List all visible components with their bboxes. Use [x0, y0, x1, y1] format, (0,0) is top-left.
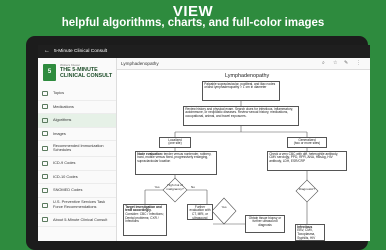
sidebar-item-icd9[interactable]: ICD-9 Codes — [38, 157, 116, 171]
code-icon — [42, 160, 48, 166]
shield-icon — [42, 202, 48, 208]
promo-subheadline: helpful algorithms, charts, and full-col… — [61, 17, 325, 29]
app-bar: ← 5-Minute Clinical Consult — [38, 45, 370, 58]
app-title: 5-Minute Clinical Consult — [54, 49, 108, 54]
note-icon[interactable]: ✎ — [344, 60, 348, 66]
back-arrow-icon[interactable]: ← — [44, 45, 50, 58]
sidebar-item-topics[interactable]: Topics — [38, 87, 116, 101]
book-icon: 5 — [43, 64, 56, 81]
generalized-sub: (two or more sites) — [293, 141, 321, 146]
sidebar-item-algorithms[interactable]: Algorithms — [38, 114, 116, 128]
bookmark-icon[interactable]: ☆ — [333, 60, 337, 66]
target-investigation-text: Consider: CBC / Infections; Dental probl… — [125, 212, 164, 224]
flow-node-infectious: Infectious EBV, CMV, Toxoplasma, Syphili… — [295, 224, 325, 241]
pill-icon — [42, 104, 48, 109]
more-icon[interactable]: ⋮ — [356, 60, 361, 66]
sidebar-item-icd10[interactable]: ICD-10 Codes — [38, 171, 116, 184]
info-icon — [42, 217, 48, 222]
sidebar-item-medications[interactable]: Medications — [38, 101, 116, 114]
chart-title: Lymphadenopathy — [225, 73, 270, 79]
algorithm-flowchart: Lymphadenopathy Palpable supraclavicular… — [117, 70, 370, 241]
sidebar-nav: Topics Medications Algorithms Images Rec… — [38, 87, 116, 227]
syringe-icon — [42, 146, 48, 151]
flow-node-further-evaluation: Further evaluation with CT, MRI, or ultr… — [187, 204, 213, 220]
sidebar-item-images[interactable]: Images — [38, 128, 116, 141]
brand-title-line2: CLINICAL CONSULT — [60, 73, 113, 79]
decision-high-risk-no: No — [191, 185, 195, 189]
app-screen: ← 5-Minute Clinical Consult 5 Wolters Kl… — [38, 45, 370, 241]
decision-high-risk-yes: Yes — [154, 185, 160, 189]
sidebar: 5 Wolters Kluwer THE 5-MINUTE CLINICAL C… — [38, 58, 117, 241]
image-icon — [42, 131, 48, 136]
flow-node-generalized: Generalized (two or more sites) — [287, 137, 327, 148]
sidebar-item-uspstf[interactable]: U.S. Preventive Services Task Force Reco… — [38, 198, 116, 214]
flowchart-icon — [42, 117, 48, 123]
flow-node-node-evaluation: Node evaluation: tender versus nontender… — [135, 151, 217, 175]
code-icon — [42, 174, 48, 179]
flow-node-biopsy: Obtain tissue biopsy or further ultrasou… — [245, 215, 285, 233]
sidebar-item-snomed[interactable]: SNOMED Codes — [38, 184, 116, 198]
decision-biopsy-yes: Yes — [221, 205, 227, 209]
document-toolbar: Lymphadenopathy ⌕ ☆ ✎ ⋮ — [117, 58, 370, 70]
flow-node-review: Review history and physical exam. Search… — [183, 106, 299, 126]
flow-node-target-investigation: Target investigation and treat according… — [123, 204, 167, 236]
infectious-list: EBV, CMV, Toxoplasma, Syphilis, HIV — [297, 228, 316, 240]
code-icon — [42, 187, 48, 193]
sidebar-item-immunization[interactable]: Recommended Immunization Schedules — [38, 141, 116, 157]
document-title: Lymphadenopathy — [121, 61, 159, 66]
decision-high-risk: High risk of malignancy? — [166, 183, 184, 191]
topics-icon — [42, 90, 48, 96]
content-pane: Lymphadenopathy ⌕ ☆ ✎ ⋮ Lymphadenopathy … — [117, 58, 370, 241]
flow-node-criteria: Palpable supraclavicular, popliteal, and… — [202, 81, 280, 101]
decision-diagnostic: Diagnostic? — [298, 187, 316, 191]
search-icon[interactable]: ⌕ — [322, 60, 325, 66]
flow-node-localized: Localized (one site) — [159, 137, 191, 148]
flow-node-labs: Check a very CBC with diff, heterophile … — [267, 151, 347, 171]
localized-sub: (one site) — [168, 141, 182, 146]
brand-logo: 5 Wolters Kluwer THE 5-MINUTE CLINICAL C… — [41, 62, 113, 84]
sidebar-item-about[interactable]: About 5-Minute Clinical Consult — [38, 214, 116, 227]
